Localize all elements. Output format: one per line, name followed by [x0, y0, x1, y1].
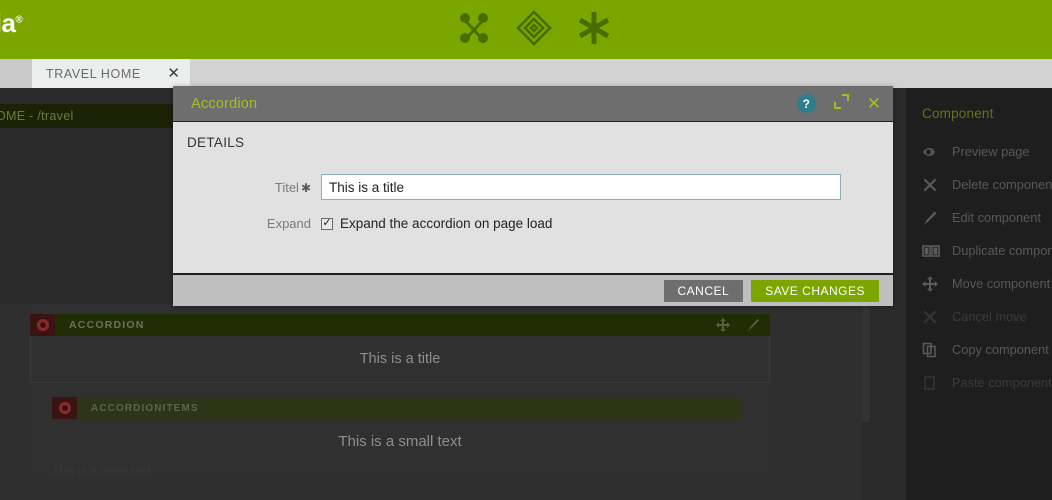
ctx-label: Cancel move: [952, 309, 1027, 324]
ctx-label: Edit component: [952, 210, 1041, 225]
cancel-x-icon: [922, 309, 946, 325]
preview-content: ACCORDION This is a title ACCORDIONITEMS…: [30, 304, 770, 477]
accordion-component-bar[interactable]: ACCORDION: [30, 314, 770, 336]
tab-close-icon[interactable]: ✕: [167, 66, 180, 81]
save-changes-button[interactable]: SAVE CHANGES: [751, 279, 879, 302]
expand-checkbox-label[interactable]: Expand the accordion on page load: [340, 216, 552, 231]
magnolia-logo[interactable]: lia®: [0, 8, 23, 39]
accordion-item-subtext: This is a small text: [52, 463, 151, 477]
ctx-item-delete-component[interactable]: Delete component: [906, 168, 1052, 201]
ctx-label: Delete component: [952, 177, 1052, 192]
accordion-preview-title: This is a title: [30, 336, 770, 383]
accordion-title-text: This is a title: [359, 351, 441, 367]
tab-label: TRAVEL HOME: [46, 66, 141, 81]
edit-pencil-icon: [922, 210, 946, 226]
accordionitems-component-bar[interactable]: ACCORDIONITEMS: [52, 397, 742, 419]
ctx-item-copy-component[interactable]: Copy component: [906, 333, 1052, 366]
component-status-badge: [52, 397, 77, 419]
ctx-label: Duplicate component: [952, 243, 1052, 258]
context-menu-title: Component: [922, 106, 994, 121]
ctx-item-cancel-move: Cancel move: [906, 300, 1052, 333]
dialog-titlebar: Accordion ? ✕: [173, 86, 893, 121]
ctx-item-paste-component: Paste component: [906, 366, 1052, 399]
magnolia-asterisk-icon[interactable]: [572, 6, 616, 50]
required-asterisk: ✱: [300, 180, 311, 195]
ctx-label: Preview page: [952, 144, 1030, 159]
move-icon[interactable]: [716, 318, 730, 332]
dialog-close-icon[interactable]: ✕: [867, 95, 881, 112]
component-preview-canvas: ACCORDION This is a title ACCORDIONITEMS…: [0, 304, 866, 500]
brand-registered-mark: ®: [15, 14, 23, 26]
details-section-label: DETAILS: [187, 135, 245, 150]
tab-travel-home[interactable]: TRAVEL HOME ✕: [32, 59, 190, 88]
edit-icon[interactable]: [746, 318, 760, 332]
ctx-label: Copy component: [952, 342, 1049, 357]
expand-checkbox-wrap[interactable]: ✓ Expand the accordion on page load: [321, 216, 552, 231]
dialog-body: DETAILS Titel✱ Expand ✓ Expand the accor…: [173, 121, 893, 273]
component-status-badge: [30, 314, 55, 336]
ctx-label: Paste component: [952, 375, 1052, 390]
ctx-item-duplicate-component[interactable]: Duplicate component: [906, 234, 1052, 267]
preview-scrollbar-thumb[interactable]: [862, 304, 870, 422]
move-arrows-icon: [922, 275, 946, 292]
page-path-text: OME - /travel: [0, 109, 74, 123]
brand-text: lia: [0, 8, 16, 38]
magnolia-rhombus-icon[interactable]: [512, 6, 556, 50]
form-row-title: Titel ✱: [173, 174, 893, 200]
dialog-footer: CANCEL SAVE CHANGES: [173, 273, 893, 306]
title-field-label: Titel ✱: [173, 180, 321, 195]
preview-eye-icon: [922, 144, 946, 160]
delete-x-icon: [922, 177, 946, 193]
dialog-title-actions: ? ✕: [796, 86, 881, 121]
ctx-item-edit-component[interactable]: Edit component: [906, 201, 1052, 234]
title-input[interactable]: [321, 174, 841, 200]
copy-icon: [922, 342, 946, 358]
form-row-expand: Expand ✓ Expand the accordion on page lo…: [173, 216, 893, 231]
ctx-item-preview-page[interactable]: Preview page: [906, 135, 1052, 168]
accordion-component-label: ACCORDION: [69, 319, 145, 331]
cancel-button[interactable]: CANCEL: [663, 279, 744, 302]
ctx-item-move-component[interactable]: Move component: [906, 267, 1052, 300]
accordion-item-text: This is a small text: [338, 432, 462, 450]
title-label-text: Titel: [274, 179, 299, 195]
expand-field-label: Expand: [266, 216, 311, 231]
accordion-dialog: Accordion ? ✕ DETAILS Titel✱ Expand ✓: [173, 86, 893, 306]
accordionitems-component-label: ACCORDIONITEMS: [91, 402, 199, 414]
help-icon[interactable]: ?: [796, 94, 816, 113]
component-context-menu: Component Preview page Delete component …: [906, 88, 1052, 500]
dialog-title: Accordion: [191, 95, 258, 112]
magnolia-nodes-icon[interactable]: [452, 6, 496, 50]
duplicate-pages-icon: [922, 243, 946, 259]
expand-checkbox[interactable]: ✓: [321, 217, 333, 230]
expand-arrows-icon[interactable]: [833, 93, 849, 114]
paste-icon: [922, 375, 946, 391]
app-header: lia®: [0, 0, 1052, 56]
ctx-label: Move component: [952, 276, 1051, 291]
tab-bar: TRAVEL HOME ✕: [0, 56, 1052, 88]
